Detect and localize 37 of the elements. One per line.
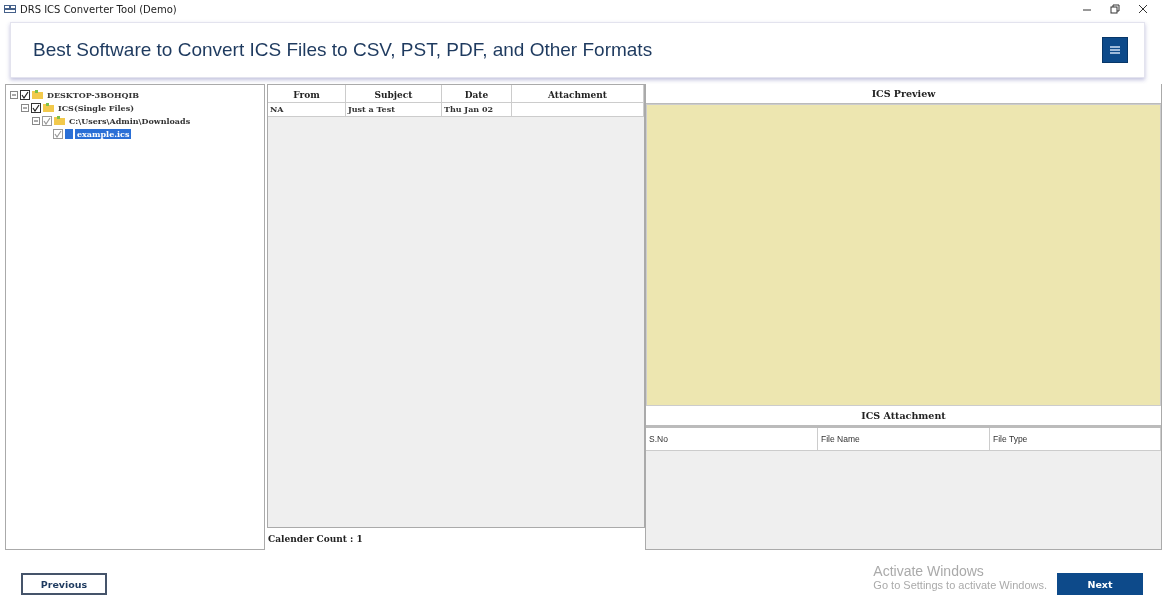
checkbox[interactable] [31, 102, 41, 113]
restore-icon[interactable] [1110, 4, 1120, 14]
column-header[interactable]: From [268, 85, 346, 102]
activation-text: Go to Settings to activate Windows. [873, 579, 1047, 591]
column-header[interactable]: Date [442, 85, 512, 102]
checkbox[interactable] [20, 89, 30, 100]
menu-button[interactable] [1102, 37, 1128, 63]
column-header[interactable]: Subject [346, 85, 442, 102]
next-button[interactable]: Next [1057, 573, 1143, 595]
checkbox[interactable] [42, 115, 52, 126]
previous-button[interactable]: Previous [21, 573, 107, 595]
column-header[interactable]: File Type [990, 428, 1161, 450]
table-cell: Thu Jan 02 [442, 103, 512, 116]
tree-item[interactable]: ICS(Single Files) [56, 102, 136, 113]
window-title: DRS ICS Converter Tool (Demo) [20, 3, 177, 15]
expander-icon[interactable] [32, 116, 40, 125]
tree-item[interactable]: DESKTOP-3BOHQIB [45, 89, 142, 100]
column-header[interactable]: File Name [818, 428, 990, 450]
menu-icon [1110, 46, 1120, 54]
close-icon[interactable] [1138, 4, 1148, 14]
checkbox[interactable] [53, 128, 63, 139]
file-icon [65, 128, 73, 139]
app-icon [4, 5, 16, 13]
tree-item[interactable]: example.ics [75, 128, 132, 139]
column-header[interactable]: S.No [646, 428, 818, 450]
table-cell: NA [268, 103, 346, 116]
table-cell: Just a Test [346, 103, 442, 116]
activation-title: Activate Windows [873, 563, 985, 579]
expander-icon[interactable] [10, 90, 18, 99]
calendar-count: Calender Count : 1 [267, 533, 364, 544]
column-header[interactable]: Attachment [512, 85, 644, 102]
banner-title: Best Software to Convert ICS Files to CSV, PST, PDF, and Other Formats [33, 39, 653, 61]
folder-icon [54, 116, 65, 125]
expander-icon[interactable] [21, 103, 29, 112]
folder-icon [32, 90, 43, 99]
tree-item[interactable]: C:\Users\Admin\Downloads [67, 115, 193, 126]
folder-icon [43, 103, 54, 112]
